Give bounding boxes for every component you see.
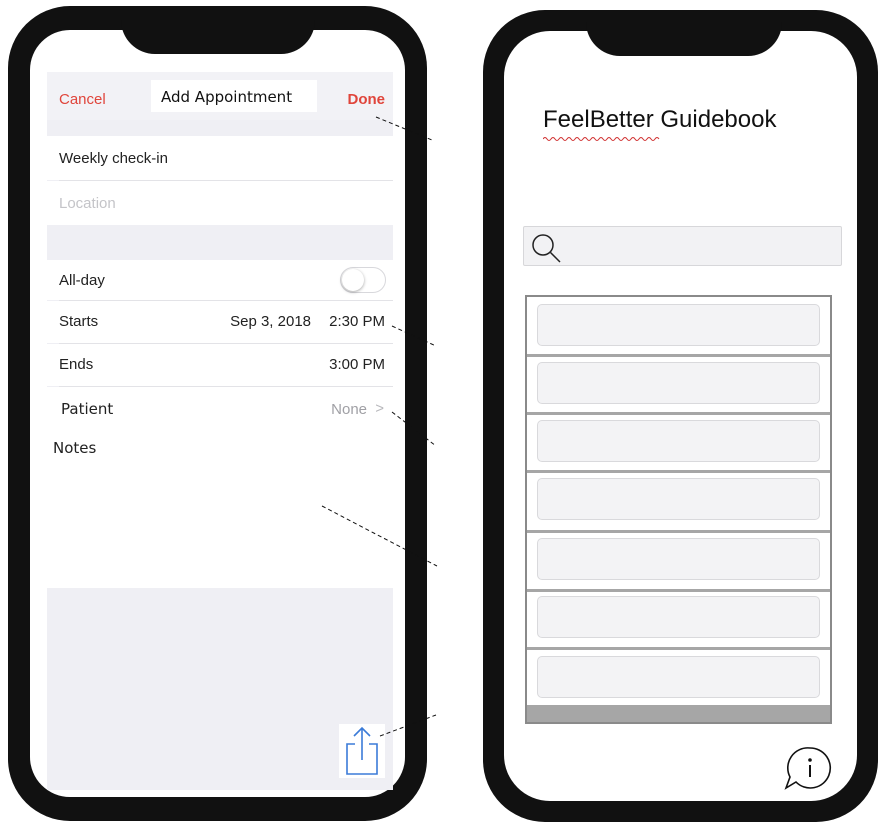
page-title: Add Appointment xyxy=(161,88,293,106)
location-field[interactable]: Location xyxy=(47,181,393,225)
location-placeholder: Location xyxy=(59,195,116,212)
list-item[interactable] xyxy=(537,362,820,404)
notes-field[interactable] xyxy=(47,456,393,588)
search-input[interactable] xyxy=(523,226,842,266)
list-item[interactable] xyxy=(537,304,820,346)
list-item[interactable] xyxy=(537,656,820,698)
patient-value: None xyxy=(331,401,367,418)
spellcheck-underline xyxy=(543,137,660,141)
search-icon xyxy=(532,234,561,263)
share-button[interactable] xyxy=(339,724,385,778)
list-divider xyxy=(527,647,830,650)
starts-time: 2:30 PM xyxy=(329,313,385,330)
add-appointment-form: Cancel Add Appointment Done Weekly check… xyxy=(47,72,393,790)
patient-label: Patient xyxy=(61,400,114,418)
list-item[interactable] xyxy=(537,538,820,580)
list-divider xyxy=(527,354,830,357)
list-footer xyxy=(527,705,830,722)
list-item[interactable] xyxy=(537,478,820,520)
notes-label: Notes xyxy=(53,439,97,457)
info-button[interactable] xyxy=(780,745,834,800)
list-divider xyxy=(527,530,830,533)
phone-notch-right xyxy=(586,10,782,56)
app-title: FeelBetter Guidebook xyxy=(543,106,777,133)
ends-time: 3:00 PM xyxy=(329,356,385,373)
all-day-row: All-day xyxy=(47,260,393,300)
list-item[interactable] xyxy=(537,420,820,462)
all-day-label: All-day xyxy=(59,272,105,289)
all-day-toggle[interactable] xyxy=(340,267,386,293)
cancel-button[interactable]: Cancel xyxy=(59,91,106,108)
list-item[interactable] xyxy=(537,596,820,638)
title-field[interactable]: Weekly check-in xyxy=(47,136,393,180)
toggle-knob xyxy=(342,269,364,291)
chevron-right-icon: > xyxy=(375,400,384,417)
info-icon xyxy=(784,747,832,790)
done-button[interactable]: Done xyxy=(348,91,386,108)
starts-date: Sep 3, 2018 xyxy=(230,313,311,330)
starts-row[interactable]: Starts Sep 3, 2018 2:30 PM xyxy=(47,301,393,343)
list-divider xyxy=(527,412,830,415)
phone-notch-left xyxy=(121,6,315,54)
patient-row[interactable]: Patient None > Notes xyxy=(47,387,393,457)
list-divider xyxy=(527,589,830,592)
nav-bar: Cancel Add Appointment Done xyxy=(47,72,393,120)
list-divider xyxy=(527,470,830,473)
guide-list xyxy=(525,295,832,724)
ends-label: Ends xyxy=(59,356,94,373)
share-icon xyxy=(346,726,378,775)
ends-row[interactable]: Ends 3:00 PM xyxy=(47,344,393,386)
title-field-value: Weekly check-in xyxy=(59,150,168,167)
starts-label: Starts xyxy=(59,313,99,330)
